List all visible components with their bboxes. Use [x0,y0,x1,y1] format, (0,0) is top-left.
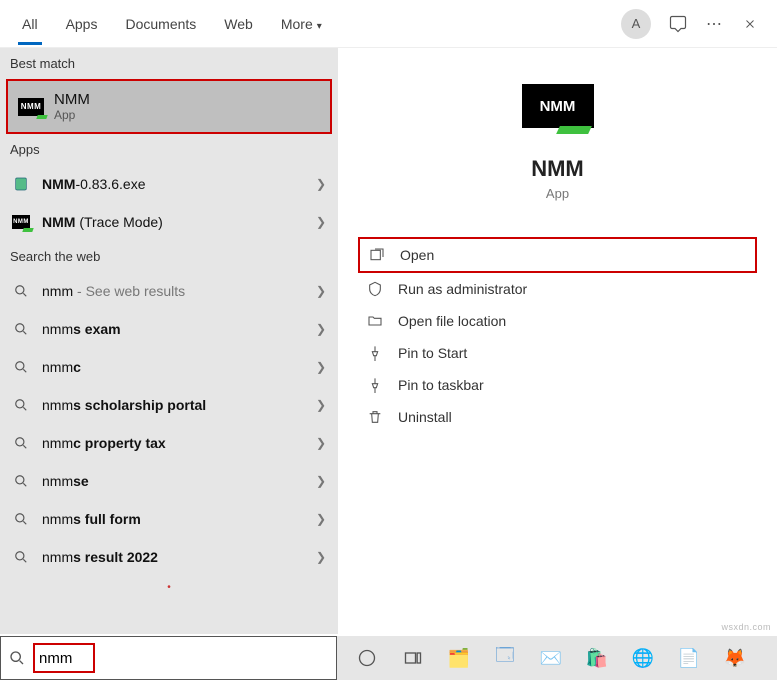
taskbar-cortana-icon[interactable] [355,646,379,670]
chevron-right-icon: ❯ [316,215,326,229]
search-icon [12,472,30,490]
shield-icon [366,280,384,298]
search-input[interactable] [39,650,89,667]
action-uninstall-label: Uninstall [398,409,452,425]
action-location-label: Open file location [398,313,506,329]
action-open-location[interactable]: Open file location [358,305,757,337]
taskbar-store-icon[interactable]: 🛍️ [585,646,609,670]
best-match-item[interactable]: NMM NMM App [6,79,332,134]
taskbar-taskview-icon[interactable] [401,646,425,670]
chevron-right-icon: ❯ [316,322,326,336]
web-result-item[interactable]: nmms full form ❯ [0,500,338,538]
chevron-right-icon: ❯ [316,360,326,374]
action-pin-taskbar[interactable]: Pin to taskbar [358,369,757,401]
search-icon [12,434,30,452]
action-admin-label: Run as administrator [398,281,527,297]
web-result-label: nmms result 2022 [42,549,304,565]
taskbar-notepad-icon[interactable]: 📄 [677,646,701,670]
section-apps: Apps [0,134,338,161]
folder-icon [366,312,384,330]
taskbar-app-icon[interactable]: 🗔 [493,646,517,670]
taskbar-firefox-icon[interactable]: 🦊 [723,646,747,670]
action-open-label: Open [400,247,434,263]
search-icon [12,510,30,528]
tab-web[interactable]: Web [210,4,267,44]
tab-more[interactable]: More▾ [267,4,336,44]
close-icon[interactable] [741,15,759,33]
watermark: wsxdn.com [721,622,771,632]
section-search-web: Search the web [0,241,338,268]
web-result-item[interactable]: nmmse ❯ [0,462,338,500]
app-subtitle: App [358,186,757,201]
open-icon [368,246,386,264]
pin-icon [366,376,384,394]
section-best-match: Best match [0,48,338,75]
search-icon [12,548,30,566]
web-result-item[interactable]: nmmc property tax ❯ [0,424,338,462]
app-result-label: NMM-0.83.6.exe [42,176,304,192]
web-result-item[interactable]: nmms exam ❯ [0,310,338,348]
web-result-label: nmms scholarship portal [42,397,304,413]
search-icon [12,282,30,300]
web-result-item[interactable]: nmms scholarship portal ❯ [0,386,338,424]
search-icon [12,320,30,338]
feedback-icon[interactable] [669,15,687,33]
web-result-item[interactable]: nmms result 2022 ❯ [0,538,338,576]
taskbar-edge-icon[interactable]: 🌐 [631,646,655,670]
chevron-right-icon: ❯ [316,398,326,412]
chevron-right-icon: ❯ [316,284,326,298]
web-result-label: nmm - See web results [42,283,304,299]
web-result-label: nmms exam [42,321,304,337]
web-result-item[interactable]: nmmc ❯ [0,348,338,386]
action-open[interactable]: Open [358,237,757,273]
trash-icon [366,408,384,426]
web-result-item[interactable]: nmm - See web results ❯ [0,272,338,310]
web-result-label: nmmc [42,359,304,375]
results-panel: Best match NMM NMM App Apps NMM-0.83.6.e… [0,48,338,634]
chevron-right-icon: ❯ [316,474,326,488]
nmm-icon: NMM [18,98,44,116]
app-title: NMM [358,156,757,182]
action-pin-start[interactable]: Pin to Start [358,337,757,369]
action-uninstall[interactable]: Uninstall [358,401,757,433]
search-icon [1,650,33,666]
taskbar: 🗂️ 🗔 ✉️ 🛍️ 🌐 📄 🦊 [337,636,777,680]
app-icon [12,175,30,193]
pin-icon [366,344,384,362]
more-options-icon[interactable]: ⋯ [705,15,723,33]
user-avatar[interactable]: A [621,9,651,39]
app-result-item[interactable]: NMM-0.83.6.exe ❯ [0,165,338,203]
app-icon: NMM [12,213,30,231]
app-logo: NMM [522,84,594,128]
tab-all[interactable]: All [8,4,52,44]
best-match-subtitle: App [54,108,90,122]
search-icon [12,396,30,414]
action-pin-taskbar-label: Pin to taskbar [398,377,484,393]
detail-panel: NMM NMM App Open Run as administrator Op… [338,48,777,634]
chevron-right-icon: ❯ [316,436,326,450]
chevron-down-icon: ▾ [317,21,322,32]
app-result-label: NMM (Trace Mode) [42,214,304,230]
taskbar-mail-icon[interactable]: ✉️ [539,646,563,670]
chevron-right-icon: ❯ [316,550,326,564]
search-bar[interactable] [0,636,337,680]
action-pin-start-label: Pin to Start [398,345,467,361]
web-result-label: nmmse [42,473,304,489]
search-tabs: All Apps Documents Web More▾ A ⋯ [0,0,777,48]
pager-dots: • [0,576,338,599]
chevron-right-icon: ❯ [316,177,326,191]
web-result-label: nmms full form [42,511,304,527]
taskbar-explorer-icon[interactable]: 🗂️ [447,646,471,670]
chevron-right-icon: ❯ [316,512,326,526]
web-result-label: nmmc property tax [42,435,304,451]
tab-apps[interactable]: Apps [52,4,112,44]
search-icon [12,358,30,376]
best-match-title: NMM [54,91,90,108]
action-run-admin[interactable]: Run as administrator [358,273,757,305]
app-result-item[interactable]: NMM NMM (Trace Mode) ❯ [0,203,338,241]
tab-documents[interactable]: Documents [111,4,210,44]
